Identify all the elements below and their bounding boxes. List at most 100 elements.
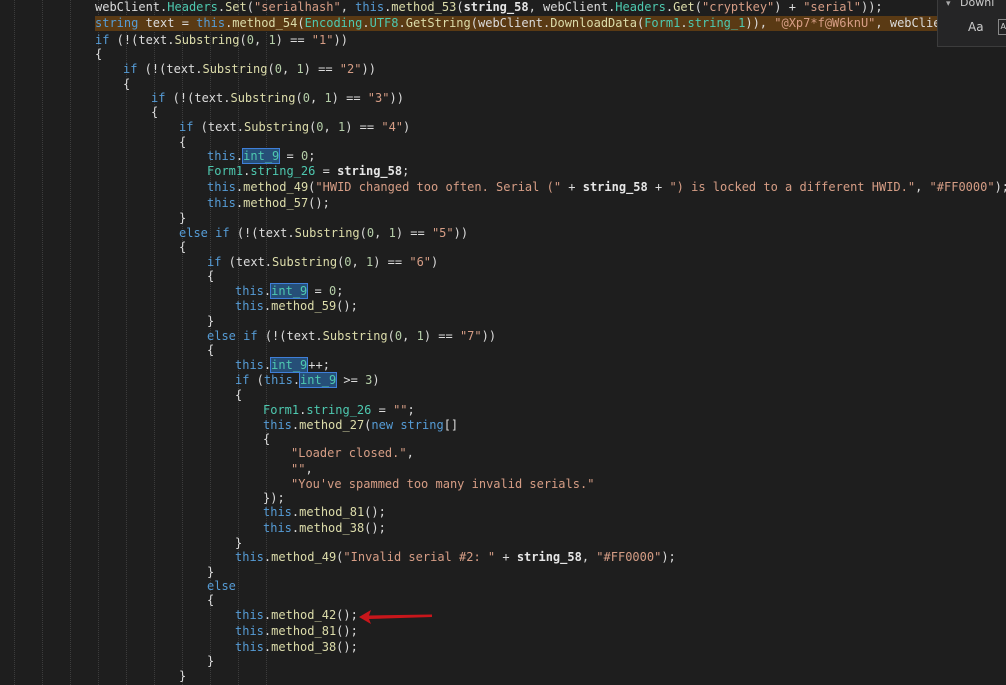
- code-token: =: [371, 403, 394, 417]
- code-token: method_49: [243, 180, 309, 194]
- chevron-down-icon[interactable]: ▾: [946, 0, 951, 9]
- code-line[interactable]: {: [207, 593, 214, 608]
- code-line[interactable]: this.method_27(new string[]: [263, 418, 458, 433]
- code-token: DownloadData: [550, 16, 637, 30]
- code-token: (: [239, 33, 247, 47]
- code-token: }: [235, 536, 243, 550]
- code-token: "serial": [803, 0, 861, 14]
- code-line[interactable]: Form1.string_26 = string_58;: [207, 164, 409, 179]
- code-line[interactable]: {: [95, 47, 102, 62]
- code-line[interactable]: this.method_49("HWID changed too often. …: [207, 180, 1006, 195]
- code-line[interactable]: this.method_38();: [263, 521, 386, 536]
- code-editor[interactable]: webClient.Headers.Set("serialhash", this…: [0, 0, 1006, 685]
- code-line[interactable]: this.int_9 = 0;: [235, 283, 344, 299]
- code-line[interactable]: Form1.string_26 = "";: [263, 403, 415, 418]
- code-line[interactable]: }: [207, 314, 214, 329]
- code-token: .: [398, 16, 406, 30]
- code-line[interactable]: {: [151, 105, 158, 120]
- code-line[interactable]: }: [235, 536, 242, 551]
- code-token: GetString: [405, 16, 471, 30]
- code-token: string_58: [463, 0, 529, 14]
- code-line[interactable]: this.method_42();: [235, 608, 358, 623]
- code-line[interactable]: {: [179, 135, 186, 150]
- code-token: ,: [406, 446, 414, 460]
- highlighted-symbol: int_9: [270, 357, 309, 373]
- code-line[interactable]: if (!(text.Substring(0, 1) == "1")): [95, 33, 348, 48]
- code-token: this: [207, 149, 236, 163]
- code-token: this: [355, 0, 385, 14]
- code-line[interactable]: "",: [291, 462, 313, 477]
- code-token: 1: [388, 226, 396, 240]
- code-line[interactable]: else: [207, 579, 236, 594]
- code-token: this: [235, 624, 264, 638]
- code-line[interactable]: {: [207, 269, 214, 284]
- highlighted-symbol: int_9: [270, 283, 309, 299]
- code-token: ();: [364, 521, 386, 535]
- code-token: ;: [336, 284, 344, 298]
- code-line[interactable]: string text = this.method_54(Encoding.UT…: [95, 16, 963, 31]
- code-line[interactable]: this.method_81();: [263, 505, 386, 520]
- code-token: string_58: [516, 550, 582, 564]
- code-line[interactable]: webClient.Headers.Set("serialhash", this…: [95, 0, 883, 15]
- code-token: method_57: [243, 196, 309, 210]
- code-line[interactable]: if (!(text.Substring(0, 1) == "3")): [151, 91, 404, 106]
- code-line[interactable]: }: [207, 565, 214, 580]
- code-token: this: [235, 358, 264, 372]
- code-token: ,: [253, 33, 269, 47]
- code-token: 1: [296, 62, 304, 76]
- code-token: ,: [323, 120, 338, 134]
- code-line[interactable]: });: [263, 491, 285, 506]
- code-line[interactable]: this.method_49("Invalid serial #2: " + s…: [235, 550, 676, 565]
- code-line[interactable]: this.method_38();: [235, 640, 358, 655]
- code-token: "You've spammed too many invalid serials…: [291, 477, 595, 491]
- code-line[interactable]: if (text.Substring(0, 1) == "4"): [179, 120, 410, 135]
- code-line[interactable]: {: [179, 240, 186, 255]
- match-case-toggle[interactable]: Aa: [968, 20, 984, 34]
- code-token: method_54: [232, 16, 298, 30]
- code-line[interactable]: {: [207, 343, 214, 358]
- code-line[interactable]: "You've spammed too many invalid serials…: [291, 477, 594, 492]
- code-line[interactable]: this.method_57();: [207, 196, 330, 211]
- code-token: 0: [246, 33, 254, 47]
- code-line[interactable]: }: [207, 654, 214, 669]
- code-line[interactable]: {: [123, 77, 130, 92]
- code-token: =: [279, 149, 301, 163]
- code-line[interactable]: if (this.int_9 >= 3): [235, 372, 380, 388]
- code-line[interactable]: "Loader closed.",: [291, 446, 414, 461]
- code-line[interactable]: this.int_9 = 0;: [207, 148, 315, 164]
- code-token: method_38: [299, 521, 365, 535]
- code-token: ") is locked to a different HWID.": [669, 180, 916, 194]
- code-token: string_26: [250, 164, 316, 178]
- code-token: +: [561, 180, 583, 194]
- code-line[interactable]: }: [179, 669, 186, 684]
- code-line[interactable]: }: [179, 211, 186, 226]
- code-line[interactable]: if (!(text.Substring(0, 1) == "2")): [123, 62, 376, 77]
- code-line[interactable]: {: [235, 388, 242, 403]
- code-line[interactable]: else if (!(text.Substring(0, 1) == "5")): [179, 226, 468, 241]
- whole-word-toggle[interactable]: AB: [998, 19, 1006, 35]
- code-token: }: [207, 565, 215, 579]
- code-token: this: [235, 550, 264, 564]
- code-line[interactable]: {: [263, 432, 270, 447]
- code-token: ) ==: [395, 226, 432, 240]
- highlighted-symbol: int_9: [299, 372, 338, 388]
- code-token: ): [431, 255, 439, 269]
- code-token: []: [443, 418, 459, 432]
- code-line[interactable]: this.method_81();: [235, 624, 358, 639]
- code-token: ,: [340, 0, 356, 14]
- code-line[interactable]: if (text.Substring(0, 1) == "6"): [207, 255, 438, 270]
- code-token: method_27: [299, 418, 365, 432]
- code-token: (: [295, 91, 303, 105]
- code-token: Get: [673, 0, 695, 14]
- code-line[interactable]: this.method_59();: [235, 299, 358, 314]
- code-line[interactable]: this.int_9++;: [235, 357, 330, 373]
- code-token: if: [235, 373, 250, 387]
- find-widget[interactable]: ▾ Downl Aa AB: [937, 0, 1006, 47]
- code-token: {: [179, 135, 187, 149]
- code-token: if: [95, 33, 110, 47]
- code-token: this: [263, 418, 292, 432]
- code-token: else: [207, 579, 236, 593]
- code-token: (text.: [221, 255, 273, 269]
- code-line[interactable]: else if (!(text.Substring(0, 1) == "7")): [207, 329, 496, 344]
- indent-guide: [98, 0, 99, 685]
